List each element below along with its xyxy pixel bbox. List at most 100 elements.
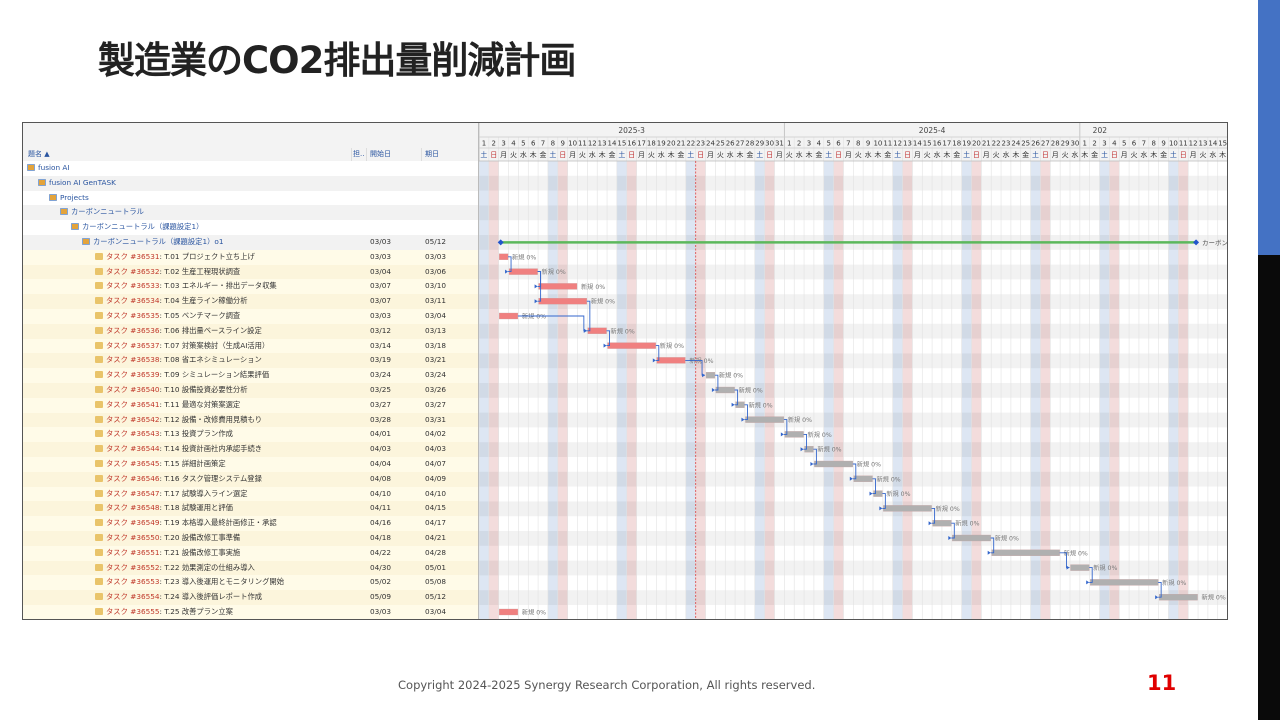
tree-row[interactable]: fusion AI [23, 161, 478, 176]
task-row[interactable]: タスク #36547: T.17 試験導入ライン選定 04/10 04/10 [23, 486, 478, 502]
task-link[interactable]: タスク #36546: T.16 タスク管理システム登録 [95, 474, 262, 484]
task-prefix: タスク [106, 414, 128, 424]
task-row[interactable]: タスク #36543: T.13 投資プラン作成 04/01 04/02 [23, 427, 478, 443]
task-row[interactable]: タスク #36546: T.16 タスク管理システム登録 04/08 04/09 [23, 471, 478, 487]
task-link[interactable]: タスク #36542: T.12 設備・改修費用見積もり [95, 415, 262, 425]
tree-row[interactable]: カーボンニュートラル [23, 205, 478, 221]
task-link[interactable]: タスク #36548: T.18 試験運用と評価 [95, 503, 233, 513]
weekday-label: 金 [815, 150, 822, 159]
task-row[interactable]: タスク #36533: T.03 エネルギー・排出データ収集 03/07 03/10 [23, 279, 478, 295]
column-header-assignee[interactable]: 担.. [353, 149, 364, 159]
task-link[interactable]: タスク #36538: T.08 省エネシミュレーション [95, 355, 262, 365]
task-link[interactable]: タスク #36541: T.11 最適な対策案選定 [95, 400, 240, 410]
task-link[interactable]: タスク #36540: T.10 設備投資必要性分析 [95, 385, 248, 395]
weekday-label: 日 [1180, 151, 1187, 159]
column-header-due[interactable]: 期日 [425, 149, 439, 159]
weekday-label: 日 [973, 151, 980, 159]
task-row[interactable]: タスク #36535: T.05 ベンチマーク調査 03/03 03/04 [23, 309, 478, 324]
task-link[interactable]: タスク #36535: T.05 ベンチマーク調査 [95, 311, 240, 321]
task-row[interactable]: タスク #36540: T.10 設備投資必要性分析 03/25 03/26 [23, 383, 478, 398]
tree-row-label[interactable]: fusion AI [27, 163, 70, 172]
task-title: : T.20 設備改修工事準備 [159, 533, 241, 542]
tree-row-label[interactable]: Projects [49, 193, 89, 202]
task-row[interactable]: タスク #36544: T.14 投資計画社内承認手続き 04/03 04/03 [23, 442, 478, 457]
start-date: 03/28 [370, 414, 392, 424]
day-number: 29 [1061, 140, 1070, 148]
task-bar [1070, 564, 1090, 571]
task-link[interactable]: タスク #36547: T.17 試験導入ライン選定 [95, 489, 248, 499]
tree-row[interactable]: カーボンニュートラル（課題設定1）o1 03/03 05/12 [23, 235, 478, 250]
project-icon [38, 178, 46, 186]
task-id: #36548 [130, 503, 160, 513]
tree-row[interactable]: Projects [23, 190, 478, 206]
column-header-name[interactable]: 題名 ▲ [28, 149, 50, 159]
weekday-label: 水 [1209, 150, 1216, 159]
task-row[interactable]: タスク #36551: T.21 設備改修工事実施 04/22 04/28 [23, 545, 478, 561]
task-id: #36539 [130, 370, 160, 380]
task-row[interactable]: タスク #36538: T.08 省エネシミュレーション 03/19 03/21 [23, 353, 478, 369]
task-link[interactable]: タスク #36554: T.24 導入後評価レポート作成 [95, 592, 262, 602]
task-row[interactable]: タスク #36536: T.06 排出量ベースライン設定 03/12 03/13 [23, 323, 478, 339]
task-link[interactable]: タスク #36545: T.15 詳細計画策定 [95, 459, 226, 469]
tree-row-label[interactable]: カーボンニュートラル [60, 207, 144, 217]
task-row[interactable]: タスク #36549: T.19 本格導入最終計画修正・承認 04/16 04/17 [23, 516, 478, 531]
weekday-label: 土 [963, 150, 970, 159]
task-link[interactable]: タスク #36552: T.22 効果測定の仕組み導入 [95, 563, 255, 573]
weekday-label: 水 [1140, 150, 1147, 159]
task-row[interactable]: タスク #36534: T.04 生産ライン稼働分析 03/07 03/11 [23, 294, 478, 309]
weekday-label: 月 [1190, 151, 1197, 159]
task-row[interactable]: タスク #36555: T.25 改善プラン立案 03/03 03/04 [23, 605, 478, 619]
task-link[interactable]: タスク #36550: T.20 設備改修工事準備 [95, 533, 240, 543]
day-number: 24 [706, 140, 715, 148]
task-row[interactable]: タスク #36548: T.18 試験運用と評価 04/11 04/15 [23, 501, 478, 517]
weekday-label: 日 [1042, 151, 1049, 159]
weekday-label: 木 [1150, 150, 1157, 159]
day-number: 20 [972, 140, 981, 148]
task-link[interactable]: タスク #36553: T.23 導入後運用とモニタリング開始 [95, 577, 284, 587]
task-link[interactable]: タスク #36537: T.07 対策案検討（生成AI活用） [95, 341, 269, 351]
task-row[interactable]: タスク #36554: T.24 導入後評価レポート作成 05/09 05/12 [23, 590, 478, 605]
tree-row[interactable]: fusion AI GenTASK [23, 175, 478, 191]
task-row[interactable]: タスク #36550: T.20 設備改修工事準備 04/18 04/21 [23, 531, 478, 546]
due-date: 03/18 [425, 340, 447, 350]
task-bar [499, 608, 519, 616]
task-link[interactable]: タスク #36536: T.06 排出量ベースライン設定 [95, 326, 262, 336]
task-link[interactable]: タスク #36539: T.09 シミュレーション結果評価 [95, 370, 269, 380]
task-bar-label: 新規 0% [522, 313, 546, 321]
task-row[interactable]: タスク #36539: T.09 シミュレーション結果評価 03/24 03/24 [23, 368, 478, 383]
task-link[interactable]: タスク #36543: T.13 投資プラン作成 [95, 429, 233, 439]
task-prefix: タスク [106, 266, 128, 276]
task-row[interactable]: タスク #36531: T.01 プロジェクト立ち上げ 03/03 03/03 [23, 249, 478, 265]
weekday-label: 水 [796, 150, 803, 159]
dependency-arrowhead [810, 462, 814, 466]
task-link[interactable]: タスク #36531: T.01 プロジェクト立ち上げ [95, 252, 255, 262]
tree-row-label[interactable]: カーボンニュートラル（課題設定1）o1 [82, 237, 224, 247]
task-row[interactable]: タスク #36552: T.22 効果測定の仕組み導入 04/30 05/01 [23, 560, 478, 576]
task-link[interactable]: タスク #36544: T.14 投資計画社内承認手続き [95, 444, 262, 454]
tree-row[interactable]: カーボンニュートラル（課題設定1） [23, 220, 478, 235]
task-row[interactable]: タスク #36537: T.07 対策案検討（生成AI活用） 03/14 03/18 [23, 338, 478, 354]
due-date: 03/04 [425, 607, 447, 616]
task-row[interactable]: タスク #36542: T.12 設備・改修費用見積もり 03/28 03/31 [23, 412, 478, 428]
task-folder-icon [95, 415, 103, 423]
task-link[interactable]: タスク #36549: T.19 本格導入最終計画修正・承認 [95, 518, 277, 528]
start-date: 03/12 [370, 325, 392, 335]
task-link[interactable]: タスク #36555: T.25 改善プラン立案 [95, 607, 233, 617]
task-link[interactable]: タスク #36551: T.21 設備改修工事実施 [95, 548, 240, 558]
weekday-label: 水 [520, 150, 527, 159]
task-row[interactable]: タスク #36545: T.15 詳細計画策定 04/04 04/07 [23, 457, 478, 472]
due-date: 04/03 [425, 444, 447, 454]
task-row[interactable]: タスク #36532: T.02 生産工程現状調査 03/04 03/06 [23, 264, 478, 280]
column-header-start[interactable]: 開始日 [370, 149, 391, 159]
task-link[interactable]: タスク #36534: T.04 生産ライン稼働分析 [95, 296, 248, 306]
weekday-label: 木 [599, 150, 606, 159]
task-row[interactable]: タスク #36553: T.23 導入後運用とモニタリング開始 05/02 05/0… [23, 575, 478, 591]
task-link[interactable]: タスク #36533: T.03 エネルギー・排出データ収集 [95, 281, 277, 291]
task-row[interactable]: タスク #36541: T.11 最適な対策案選定 03/27 03/27 [23, 397, 478, 413]
tree-row-label[interactable]: カーボンニュートラル（課題設定1） [71, 222, 203, 232]
tree-row-label[interactable]: fusion AI GenTASK [38, 178, 116, 187]
day-number: 2 [1092, 140, 1096, 148]
weekday-label: 日 [628, 151, 635, 159]
task-link[interactable]: タスク #36532: T.02 生産工程現状調査 [95, 267, 240, 277]
task-prefix: タスク [106, 325, 128, 335]
